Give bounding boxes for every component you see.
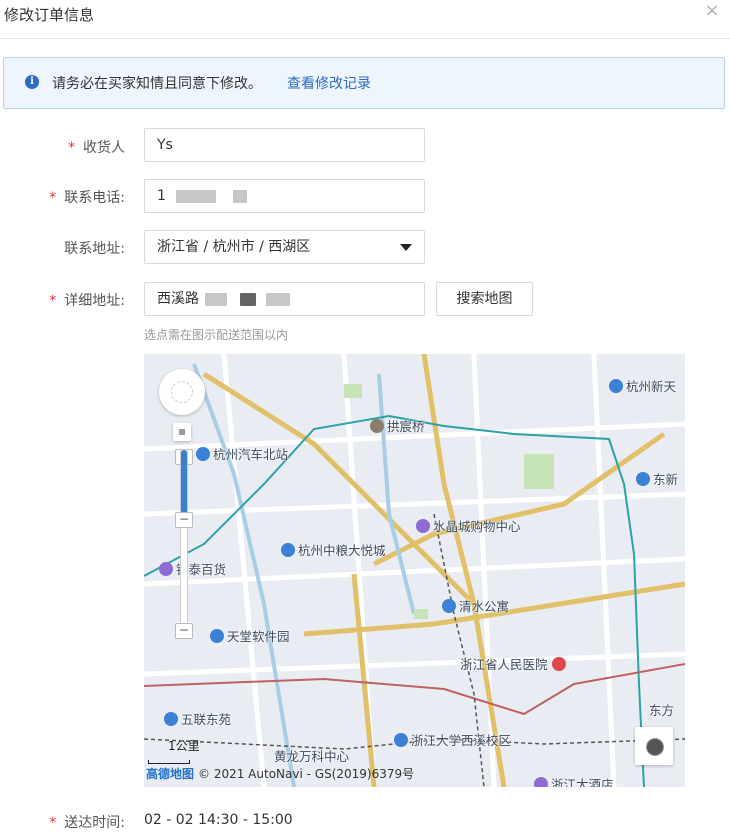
delivery-time-label: * 送达时间: <box>49 815 125 831</box>
view-change-log-link[interactable]: 查看修改记录 <box>287 73 371 93</box>
poi-label: 五联东苑 <box>164 709 231 728</box>
map-hint: 选点需在图示配送范围以内 <box>144 328 289 342</box>
map-pan-control[interactable] <box>159 369 205 415</box>
poi-label: 拱宸桥 <box>370 416 425 435</box>
masked-text <box>266 292 291 306</box>
amap-logo: 高德地图 <box>146 767 195 781</box>
zoom-out-button[interactable]: − <box>175 623 193 639</box>
poi-label: 清水公寓 <box>442 596 509 615</box>
receiver-label: * 收货人 <box>68 140 125 156</box>
building-icon <box>281 543 295 557</box>
poi-label: 浙江大酒店 <box>534 774 614 787</box>
zoom-slider-fill <box>181 450 187 520</box>
school-icon <box>394 733 408 747</box>
map-zoom-reset[interactable] <box>173 423 191 441</box>
phone-label: * 联系电话: <box>49 190 125 206</box>
delivery-map[interactable]: 杭州新天 杭州汽车北站 拱宸桥 东新 水晶城购物中心 杭州中粮大悦城 银泰百货 … <box>144 354 685 787</box>
poi-label: 水晶城购物中心 <box>416 516 521 535</box>
detail-address-label: * 详细地址: <box>49 293 125 309</box>
pan-arrows-icon <box>171 381 193 403</box>
hotel-icon <box>534 777 548 787</box>
detail-address-value: 西溪路 <box>157 291 199 307</box>
map-scale-label: 1公里 <box>168 739 200 753</box>
masked-digits <box>232 189 247 203</box>
landmark-icon <box>370 419 384 433</box>
region-value: 浙江省 / 杭州市 / 西湖区 <box>157 239 311 255</box>
zoom-slider[interactable] <box>180 449 188 636</box>
poi-label: 黄龙万科中心 <box>274 749 350 764</box>
notice-banner: i 请务必在买家知情且同意下修改。 查看修改记录 <box>3 57 725 109</box>
shopping-icon <box>416 519 430 533</box>
locate-icon <box>646 738 664 756</box>
edit-order-dialog: 修改订单信息 × i 请务必在买家知情且同意下修改。 查看修改记录 * 收货人 Y… <box>0 0 730 831</box>
masked-digits <box>176 189 217 203</box>
masked-text <box>239 292 256 306</box>
building-icon <box>442 599 456 613</box>
detail-address-input[interactable]: 西溪路 <box>144 282 425 316</box>
hospital-icon <box>551 657 566 671</box>
poi-label: 杭州新天 <box>609 376 676 395</box>
region-select[interactable]: 浙江省 / 杭州市 / 西湖区 <box>144 230 425 264</box>
poi-label: 杭州中粮大悦城 <box>281 540 386 559</box>
masked-text <box>205 292 228 306</box>
building-icon <box>210 629 224 643</box>
building-icon <box>636 472 650 486</box>
poi-label: 东方 <box>649 703 675 718</box>
zoom-handle[interactable]: − <box>175 512 193 528</box>
close-icon[interactable]: × <box>702 1 722 21</box>
poi-label: 东新 <box>636 469 678 488</box>
required-mark: * <box>49 293 57 309</box>
phone-value: 1 <box>157 188 166 204</box>
info-icon: i <box>25 75 39 89</box>
shopping-icon <box>159 562 173 576</box>
region-label: 联系地址: <box>64 241 125 257</box>
delivery-time-value: 02 - 02 14:30 - 15:00 <box>144 812 293 828</box>
map-attribution: 高德地图 © 2021 AutoNavi - GS(2019)6379号 <box>146 767 415 781</box>
phone-input[interactable]: 1 <box>144 179 425 213</box>
dialog-header: 修改订单信息 × <box>0 0 730 39</box>
bus-icon <box>196 447 210 461</box>
receiver-value: Ys <box>157 137 173 153</box>
building-icon <box>609 379 623 393</box>
required-mark: * <box>68 140 75 156</box>
poi-label: 天堂软件园 <box>210 626 290 645</box>
locate-button[interactable] <box>635 727 673 765</box>
map-scale-bar <box>148 760 190 764</box>
caret-down-icon <box>400 244 412 251</box>
building-icon <box>164 712 178 726</box>
search-map-button[interactable]: 搜索地图 <box>436 282 533 316</box>
poi-label: 杭州汽车北站 <box>196 444 288 463</box>
dialog-title: 修改订单信息 <box>4 6 95 24</box>
notice-text: 请务必在买家知情且同意下修改。 <box>52 76 262 92</box>
poi-label: 浙江省人民医院 <box>460 654 569 673</box>
required-mark: * <box>49 190 57 206</box>
poi-label: 浙江大学西溪校区 <box>394 730 511 749</box>
poi-label: 银泰百货 <box>159 559 226 578</box>
receiver-input[interactable]: Ys <box>144 128 425 162</box>
